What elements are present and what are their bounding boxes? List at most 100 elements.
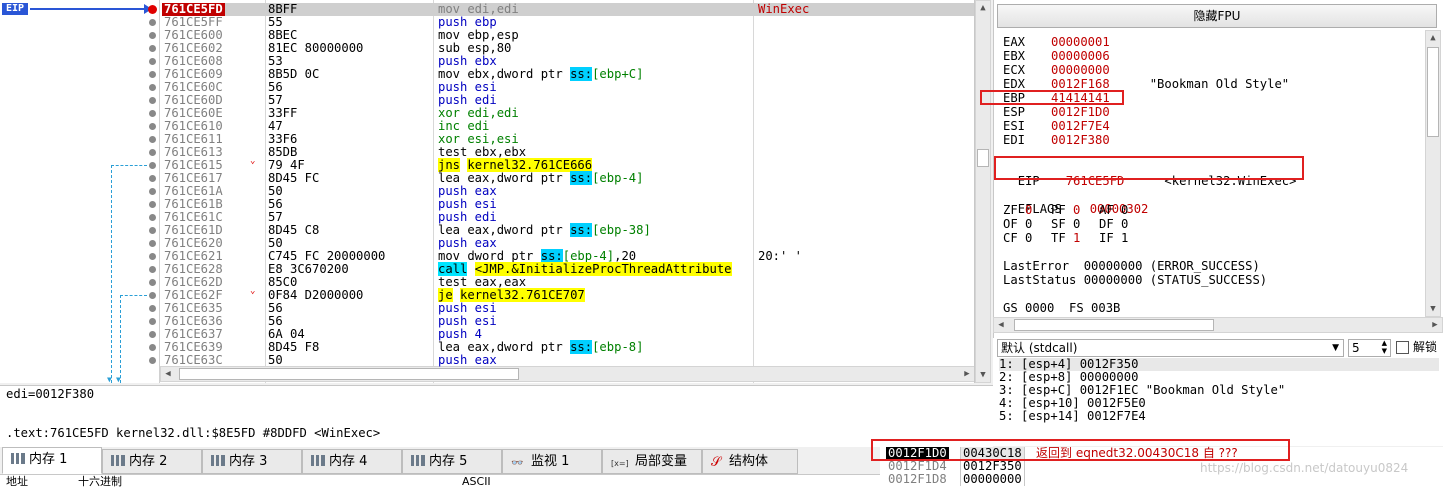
disasm-row[interactable]: 761CE639 8D45 F8 lea eax,dword ptr ss:[ebp… [162, 340, 974, 354]
instruction-token: kernel32.761CE666 [467, 158, 593, 172]
tab-2[interactable]: 内存 2 [102, 449, 202, 474]
scroll-right-icon[interactable]: ▶ [960, 367, 974, 381]
highlight-box-eip [994, 156, 1304, 180]
flag-tf[interactable]: TF 1 [1051, 232, 1099, 245]
breakpoint-dot-icon[interactable] [149, 32, 156, 39]
breakpoint-dot-icon[interactable] [149, 19, 156, 26]
disasm-row[interactable]: 761CE60C 56 push esi [162, 81, 974, 94]
breakpoint-dot-icon[interactable] [149, 357, 156, 364]
flag-name: ZF [1003, 203, 1026, 217]
disassembly-pane[interactable]: EIP ▼ ▼ ◀ ▶ 761CE5FD 8BFF mov edi,edi WinEx… [0, 0, 975, 383]
breakpoint-dot-icon[interactable] [149, 292, 156, 299]
breakpoint-dot-icon[interactable] [149, 136, 156, 143]
instruction-token: call [438, 262, 468, 276]
registers-hscroll[interactable]: ◀ ▶ [993, 317, 1443, 333]
disasm-row[interactable]: 761CE61D 8D45 C8 lea eax,dword ptr ss:[ebp… [162, 223, 974, 237]
disasm-row[interactable]: 761CE617 8D45 FC lea eax,dword ptr ss:[ebp… [162, 171, 974, 185]
breakpoint-dot-icon[interactable] [149, 123, 156, 130]
flag-af[interactable]: AF 0 [1099, 204, 1147, 217]
tab-6[interactable]: 👓 监视 1 [502, 449, 602, 474]
scroll-right-icon[interactable]: ▶ [1428, 318, 1442, 332]
scroll-thumb[interactable] [179, 368, 519, 380]
breakpoint-dot-icon[interactable] [149, 188, 156, 195]
disasm-row[interactable]: 761CE60E 33FF xor edi,edi [162, 107, 974, 120]
breakpoint-dot-icon[interactable] [149, 266, 156, 273]
registers-vscroll[interactable]: ▲ ▼ [1425, 30, 1441, 317]
breakpoint-dot-icon[interactable] [149, 201, 156, 208]
spinner-arrows-icon[interactable]: ▲ ▼ [1382, 339, 1387, 355]
breakpoint-dot-icon[interactable] [149, 227, 156, 234]
breakpoint-dot-icon[interactable] [149, 318, 156, 325]
register-row-edi[interactable]: EDI 0012F380 [1003, 134, 1110, 147]
flag-pf[interactable]: PF 0 [1051, 204, 1099, 217]
flag-value: 0 [1025, 231, 1033, 245]
scroll-down-icon[interactable]: ▼ [1426, 302, 1440, 316]
breakpoint-dot-icon[interactable] [149, 71, 156, 78]
disasm-row[interactable]: 761CE635 56 push esi [162, 302, 974, 315]
disasm-row[interactable]: 761CE609 8B5D 0C mov ebx,dword ptr ss:[ebp… [162, 67, 974, 81]
register-row-ebx[interactable]: EBX 00000006 [1003, 50, 1110, 63]
stack-address[interactable]: 0012F1D8 [886, 473, 949, 486]
flag-zf[interactable]: ZF 0 [1003, 204, 1051, 217]
flag-of[interactable]: OF 0 [1003, 218, 1051, 231]
breakpoint-dot-icon[interactable] [149, 175, 156, 182]
breakpoint-dot-icon[interactable] [149, 84, 156, 91]
breakpoint-dot-icon[interactable] [149, 331, 156, 338]
flag-df[interactable]: DF 0 [1099, 218, 1147, 231]
breakpoint-dot-icon[interactable] [149, 162, 156, 169]
scroll-up-icon[interactable]: ▲ [976, 1, 990, 15]
tab-8[interactable]: 𝒮 结构体 [702, 449, 798, 474]
flag-cf[interactable]: CF 0 [1003, 232, 1051, 245]
register-value: 0012F7E4 [1051, 119, 1110, 133]
flag-if[interactable]: IF 1 [1099, 232, 1147, 245]
breakpoint-dot-icon[interactable] [149, 240, 156, 247]
calling-convention-select[interactable]: 默认 (stdcall) ▼ [997, 339, 1344, 357]
tab-4[interactable]: 内存 4 [302, 449, 402, 474]
breakpoint-icon[interactable] [148, 5, 157, 14]
stack-value[interactable]: 00000000 [960, 473, 1025, 486]
scroll-down-icon[interactable]: ▼ [976, 368, 990, 382]
scroll-thumb[interactable] [1014, 319, 1214, 331]
scroll-thumb[interactable] [977, 149, 989, 167]
unlock-checkbox[interactable] [1396, 341, 1409, 354]
disasm-row[interactable]: 761CE62F 0F84 D2000000 je kernel32.761CE70… [162, 288, 974, 302]
hide-fpu-button[interactable]: 隐藏FPU [997, 4, 1437, 28]
scroll-left-icon[interactable]: ◀ [161, 367, 175, 381]
breakpoint-dot-icon[interactable] [149, 214, 156, 221]
tab-5[interactable]: 内存 5 [402, 449, 502, 474]
tab-1[interactable]: 内存 1 [2, 447, 102, 474]
flag-sf[interactable]: SF 0 [1051, 218, 1099, 231]
scroll-up-icon[interactable]: ▲ [1426, 31, 1440, 45]
disasm-vscroll[interactable]: ▲ ▼ [975, 0, 991, 383]
last-error[interactable]: LastError 00000000 (ERROR_SUCCESS) [1003, 260, 1260, 273]
breakpoint-dot-icon[interactable] [149, 45, 156, 52]
disasm-hscroll[interactable]: ◀ ▶ [160, 366, 974, 382]
register-row-eax[interactable]: EAX 00000001 [1003, 36, 1110, 49]
breakpoint-dot-icon[interactable] [149, 110, 156, 117]
breakpoint-dot-icon[interactable] [149, 97, 156, 104]
register-row-ecx[interactable]: ECX 00000000 [1003, 64, 1110, 77]
register-row-esi[interactable]: ESI 0012F7E4 [1003, 120, 1110, 133]
disasm-row[interactable]: 761CE63C 50 push eax [162, 354, 974, 367]
disasm-row[interactable]: 761CE602 81EC 80000000 sub esp,80 [162, 42, 974, 55]
tab-7[interactable]: [x=] 局部变量 [602, 449, 702, 474]
breakpoint-dot-icon[interactable] [149, 305, 156, 312]
call-argument-row[interactable]: 5: [esp+14] 0012F7E4 [999, 410, 1439, 423]
register-row-esp[interactable]: ESP 0012F1D0 [1003, 106, 1110, 119]
argument-count-spinner[interactable]: 5 ▲ ▼ [1348, 339, 1391, 357]
instruction-token: ss: [570, 67, 593, 81]
breakpoint-dot-icon[interactable] [149, 58, 156, 65]
disasm-row[interactable]: 761CE61B 56 push esi [162, 198, 974, 211]
scroll-thumb[interactable] [1427, 47, 1439, 137]
breakpoint-dot-icon[interactable] [149, 279, 156, 286]
breakpoint-dot-icon[interactable] [149, 344, 156, 351]
breakpoint-dot-icon[interactable] [149, 253, 156, 260]
disasm-row[interactable]: 761CE5FD 8BFF mov edi,edi WinExec [162, 2, 974, 16]
last-status[interactable]: LastStatus 00000000 (STATUS_SUCCESS) [1003, 274, 1267, 287]
segment-registers[interactable]: GS 0000 FS 003B [1003, 302, 1120, 315]
breakpoint-dot-icon[interactable] [149, 149, 156, 156]
disasm-row[interactable]: 761CE61A 50 push eax [162, 185, 974, 198]
scroll-left-icon[interactable]: ◀ [994, 318, 1008, 332]
disasm-comment: WinExec [758, 2, 810, 16]
tab-3[interactable]: 内存 3 [202, 449, 302, 474]
